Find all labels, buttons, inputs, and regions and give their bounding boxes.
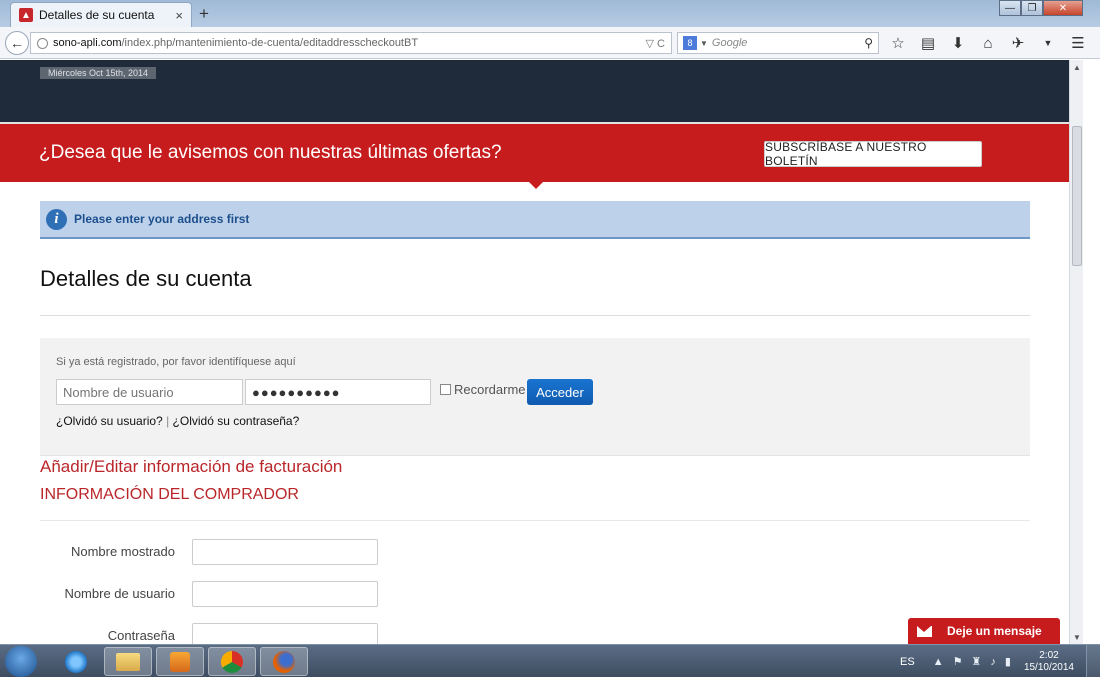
url-path: /index.php/mantenimiento-de-cuenta/edita… [121, 37, 419, 49]
username-label: Nombre de usuario [64, 586, 175, 601]
google-engine-icon[interactable]: 8 [683, 36, 697, 50]
show-desktop-button[interactable] [1086, 645, 1100, 677]
newsletter-banner: ¿Desea que le avisemos con nuestras últi… [0, 122, 1069, 182]
display-name-label: Nombre mostrado [70, 544, 175, 559]
forgot-links: ¿Olvidó su usuario? | ¿Olvidó su contras… [56, 414, 299, 428]
chrome-icon [221, 650, 243, 673]
display-name-input[interactable] [192, 539, 378, 565]
clock[interactable]: 2:02 15/10/2014 [1024, 650, 1074, 674]
bookmark-star-icon[interactable]: ☆ [888, 33, 908, 53]
search-bar[interactable]: 8 ▼ Google ⚲ [677, 32, 879, 54]
network-icon[interactable]: ▮ [1005, 655, 1011, 668]
buyer-section-title: INFORMACIÓN DEL COMPRADOR [40, 486, 299, 503]
leave-message-label: Deje un mensaje [947, 624, 1042, 638]
site-favicon-icon: ▲ [19, 8, 33, 22]
divider [40, 315, 1030, 316]
tab-title: Detalles de su cuenta [39, 8, 155, 22]
start-button[interactable] [5, 646, 37, 677]
clock-date: 15/10/2014 [1023, 661, 1074, 673]
display-name-row: Nombre mostrado [40, 539, 380, 565]
chevron-down-icon[interactable]: ▼ [1038, 33, 1058, 53]
remember-me[interactable]: Recordarme [440, 382, 526, 397]
scroll-down-icon[interactable]: ▼ [1070, 631, 1084, 643]
password-row: Contraseña [40, 623, 380, 644]
link-separator: | [166, 414, 170, 428]
action-center-icon[interactable]: ⚑ [953, 655, 963, 668]
login-panel: Si ya está registrado, por favor identif… [40, 338, 1030, 456]
billing-section-title: Añadir/Editar información de facturación [40, 457, 343, 476]
taskbar-internet-explorer[interactable] [52, 647, 100, 676]
site-header: Miércoles Oct 15th, 2014 [0, 60, 1069, 122]
taskbar-firefox[interactable] [260, 647, 308, 676]
show-hidden-icons-icon[interactable]: ▲ [933, 656, 944, 668]
address-bar[interactable]: sono-apli.com /index.php/mantenimiento-d… [30, 32, 672, 54]
scroll-up-icon[interactable]: ▲ [1070, 61, 1084, 73]
chevron-down-icon[interactable]: ▼ [700, 39, 708, 48]
forgot-username-link[interactable]: ¿Olvidó su usuario? [56, 414, 163, 428]
menu-icon[interactable]: ☰ [1068, 33, 1088, 53]
remember-label: Recordarme [454, 382, 526, 397]
url-domain: sono-apli.com [53, 37, 122, 49]
close-window-button[interactable]: ✕ [1043, 0, 1083, 16]
browser-navbar: ← sono-apli.com /index.php/mantenimiento… [0, 27, 1100, 59]
media-player-icon [170, 651, 190, 672]
browser-tab[interactable]: ▲ Detalles de su cuenta × [10, 2, 192, 27]
arrow-left-icon: ← [10, 35, 24, 51]
register-password-input[interactable] [192, 623, 378, 644]
mail-icon [917, 625, 932, 637]
page-title: Detalles de su cuenta [40, 266, 252, 291]
minimize-button[interactable]: — [999, 0, 1021, 16]
folder-icon [116, 652, 140, 671]
register-username-input[interactable] [192, 581, 378, 607]
addon-icon[interactable]: ✈ [1008, 33, 1028, 53]
volume-icon[interactable]: ♪ [990, 656, 996, 668]
date-badge: Miércoles Oct 15th, 2014 [40, 67, 157, 79]
system-tray: ES ▲ ⚑ ♜ ♪ ▮ 2:02 15/10/2014 [900, 645, 1100, 677]
window-controls: — ❐ ✕ [999, 0, 1083, 16]
search-placeholder: Google [711, 37, 748, 49]
taskbar-media-player[interactable] [156, 647, 204, 676]
internet-explorer-icon [65, 650, 87, 673]
username-row: Nombre de usuario [40, 581, 380, 607]
download-icon[interactable]: ⬇ [948, 33, 968, 53]
back-button[interactable]: ← [5, 31, 29, 55]
info-message: i Please enter your address first [40, 201, 1030, 239]
leave-message-button[interactable]: Deje un mensaje [908, 618, 1060, 644]
maximize-button[interactable]: ❐ [1021, 0, 1043, 16]
taskbar-file-explorer[interactable] [104, 647, 152, 676]
subscribe-button[interactable]: SUBSCRÍBASE A NUESTRO BOLETÍN [764, 140, 982, 168]
login-button[interactable]: Acceder [527, 379, 593, 405]
password-label: Contraseña [107, 628, 175, 643]
globe-icon [37, 37, 48, 49]
scroll-thumb[interactable] [1072, 126, 1082, 266]
close-tab-icon[interactable]: × [175, 8, 183, 23]
page-scrollbar[interactable]: ▲ ▼ [1069, 60, 1083, 644]
info-message-text: Please enter your address first [74, 212, 250, 226]
taskbar-chrome[interactable] [208, 647, 256, 676]
username-input[interactable] [56, 379, 243, 405]
divider [40, 520, 1030, 521]
toolbar-icons: ☆ ▤ ⬇ ⌂ ✈ ▼ ☰ [888, 33, 1088, 53]
info-icon: i [46, 208, 67, 230]
page-viewport: Miércoles Oct 15th, 2014 ¿Desea que le a… [0, 60, 1069, 644]
firefox-icon [273, 650, 295, 673]
forgot-password-link[interactable]: ¿Olvidó su contraseña? [173, 414, 300, 428]
remember-checkbox[interactable] [440, 384, 451, 395]
url-dropdown-reload[interactable]: ▽ C [646, 37, 665, 50]
login-hint: Si ya está registrado, por favor identif… [56, 356, 296, 368]
tray-app-icon[interactable]: ♜ [972, 655, 982, 668]
home-icon[interactable]: ⌂ [978, 33, 998, 53]
newsletter-text: ¿Desea que le avisemos con nuestras últi… [39, 142, 502, 163]
search-icon[interactable]: ⚲ [864, 36, 873, 50]
language-indicator[interactable]: ES [900, 656, 915, 668]
clock-time: 2:02 [1039, 649, 1059, 661]
browser-titlebar: ▲ Detalles de su cuenta × + — ❐ ✕ [0, 0, 1100, 27]
new-tab-icon[interactable]: + [199, 4, 209, 24]
bookmarks-list-icon[interactable]: ▤ [918, 33, 938, 53]
password-input[interactable]: ●●●●●●●●●● [245, 379, 431, 405]
windows-taskbar: ES ▲ ⚑ ♜ ♪ ▮ 2:02 15/10/2014 [0, 644, 1100, 677]
banner-arrow [529, 182, 543, 189]
